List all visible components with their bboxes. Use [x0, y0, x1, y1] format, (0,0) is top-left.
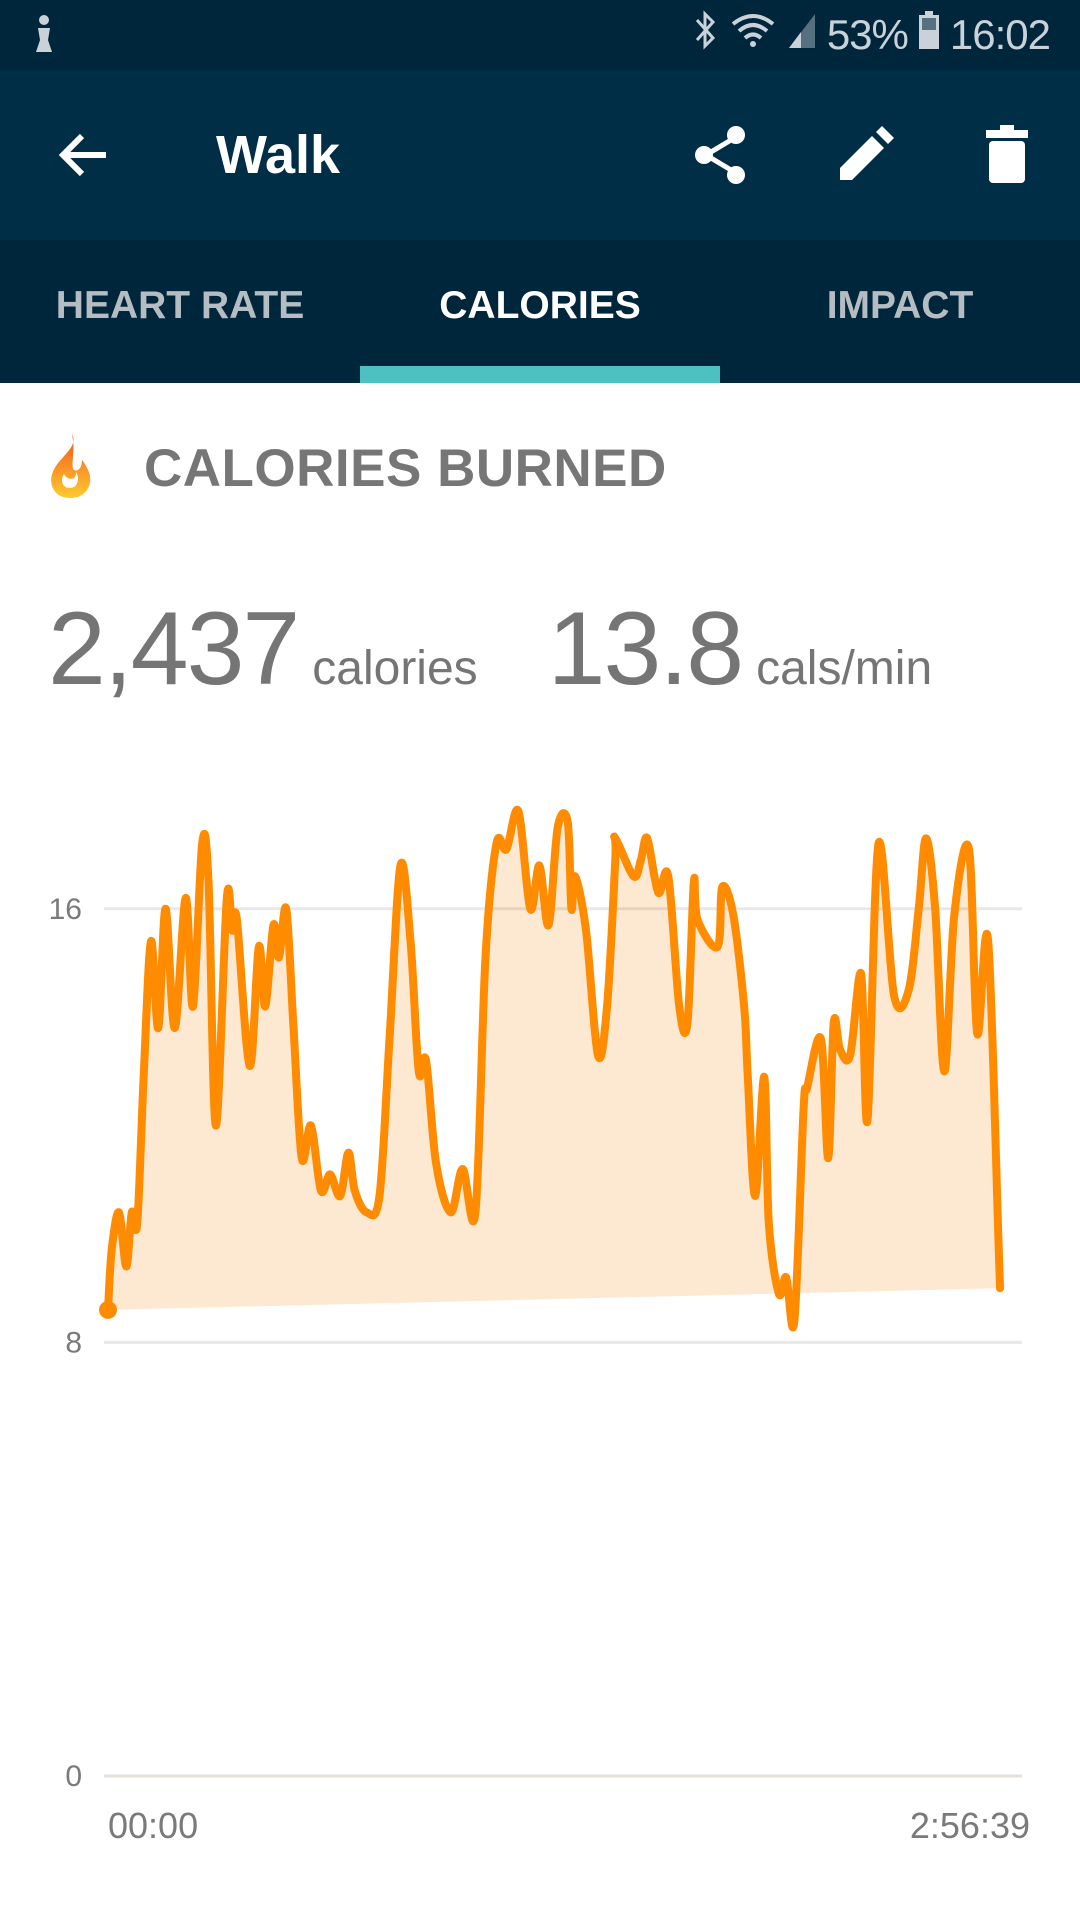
y-tick-label: 0	[65, 1760, 82, 1793]
tab-calories[interactable]: CALORIES	[360, 240, 720, 383]
tab-label: HEART RATE	[55, 283, 305, 327]
share-icon	[695, 126, 745, 184]
status-bar: 53% 16:02	[0, 0, 1080, 70]
x-tick-label-end: 2:56:39	[910, 1805, 1030, 1846]
tab-heart-rate[interactable]: HEART RATE	[0, 240, 360, 383]
arrow-back-icon	[58, 133, 106, 177]
rate-value: 13.8	[547, 591, 744, 707]
calories-chart-svg: 0 8 16 00:00 2:56:39	[49, 805, 1030, 1846]
active-tab-indicator	[360, 366, 720, 383]
y-tick-label: 8	[65, 1326, 82, 1359]
section-title: CALORIES BURNED	[144, 439, 667, 498]
rate-unit: cals/min	[756, 642, 933, 695]
battery-icon	[918, 10, 940, 60]
x-tick-label-start: 00:00	[108, 1805, 198, 1846]
tab-bar: HEART RATE CALORIES IMPACT	[0, 240, 1080, 383]
flame-icon	[44, 432, 96, 505]
total-calories-value: 2,437	[48, 591, 300, 707]
section-header: CALORIES BURNED	[44, 432, 667, 505]
calorie-stats: 2,437 calories 13.8 cals/min	[48, 590, 932, 709]
start-point-marker	[99, 1300, 117, 1319]
clock: 16:02	[949, 11, 1051, 58]
signal-icon	[787, 10, 817, 60]
delete-button[interactable]	[974, 122, 1040, 188]
tab-impact[interactable]: IMPACT	[720, 240, 1080, 383]
delete-icon	[986, 125, 1028, 183]
battery-percent: 53%	[826, 11, 909, 58]
y-tick-label: 16	[49, 893, 82, 926]
total-calories-unit: calories	[312, 642, 478, 695]
app-toolbar: Walk	[0, 70, 1080, 240]
bluetooth-icon	[693, 10, 719, 60]
share-button[interactable]	[688, 122, 754, 188]
wifi-icon	[729, 10, 777, 60]
tab-label: IMPACT	[826, 283, 974, 327]
page-title: Walk	[216, 125, 341, 185]
tab-label: CALORIES	[439, 283, 641, 327]
accessibility-icon	[28, 14, 60, 56]
calories-chart[interactable]: 0 8 16 00:00 2:56:39	[0, 760, 1080, 1920]
edit-button[interactable]	[832, 122, 898, 188]
back-button[interactable]	[52, 122, 118, 188]
edit-icon	[840, 126, 894, 180]
